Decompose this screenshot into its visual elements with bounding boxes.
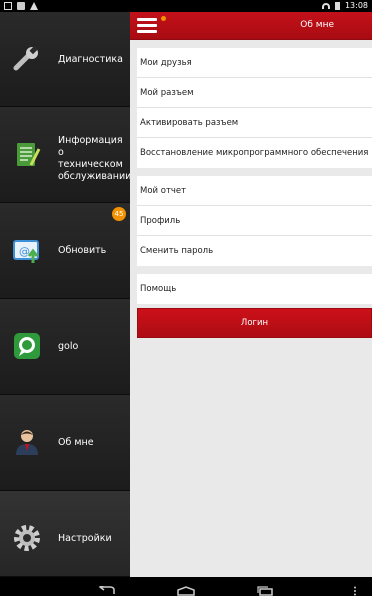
battery-icon	[334, 2, 340, 10]
sidebar-item-diagnostics[interactable]: Диагностика	[0, 12, 130, 107]
sidebar-item-label: Информация о техническом обслуживании	[58, 135, 132, 182]
notification-dot	[161, 16, 166, 21]
menu-group-device: Мои друзья Мой разъем Активировать разъе…	[137, 48, 372, 168]
header-bar: Об мне	[130, 12, 372, 40]
home-icon[interactable]	[176, 581, 196, 596]
wrench-icon	[12, 44, 42, 74]
sidebar-item-golo[interactable]: golo	[0, 299, 130, 395]
menu-icon[interactable]	[137, 16, 166, 34]
overflow-menu-icon[interactable]	[352, 581, 358, 596]
gear-icon	[12, 523, 42, 553]
svg-text:@: @	[19, 245, 30, 258]
sidebar-item-label: Обновить	[58, 245, 107, 256]
sidebar-item-about-me[interactable]: Об мне	[0, 395, 130, 491]
sidebar-item-settings[interactable]: Настройки	[0, 491, 130, 577]
menu-item-help[interactable]: Помощь	[137, 274, 372, 304]
sidebar-item-label: Настройки	[58, 533, 112, 544]
menu-item-my-connector[interactable]: Мой разъем	[137, 78, 372, 108]
sidebar-item-label: Об мне	[58, 437, 94, 448]
recent-apps-icon[interactable]	[256, 581, 274, 596]
update-mail-icon: @	[12, 235, 42, 265]
main-panel: Об мне Мои друзья Мой разъем Активироват…	[130, 12, 372, 577]
menu-group-account: Мой отчет Профиль Сменить пароль	[137, 176, 372, 266]
sidebar-item-label: golo	[58, 341, 79, 352]
menu-item-my-friends[interactable]: Мои друзья	[137, 48, 372, 78]
menu-item-change-password[interactable]: Сменить пароль	[137, 236, 372, 266]
sidebar-item-update[interactable]: 45 @ Обновить	[0, 203, 130, 299]
back-icon[interactable]	[98, 581, 116, 596]
screenshot-icon	[4, 2, 12, 10]
golo-chat-icon	[12, 331, 42, 361]
menu-item-activate-connector[interactable]: Активировать разъем	[137, 108, 372, 138]
user-icon	[12, 427, 42, 457]
menu-item-profile[interactable]: Профиль	[137, 206, 372, 236]
sidebar: Диагностика Информация о техническом обс…	[0, 12, 132, 577]
sidebar-item-maintenance-info[interactable]: Информация о техническом обслуживании	[0, 107, 132, 203]
update-count-badge: 45	[112, 207, 126, 221]
login-button[interactable]: Логин	[137, 308, 372, 338]
status-time: 13:08	[344, 1, 368, 10]
menu-group-help: Помощь	[137, 274, 372, 304]
maintenance-doc-icon	[12, 139, 42, 169]
page-title: Об мне	[300, 20, 334, 30]
store-icon	[17, 2, 25, 10]
warning-icon	[30, 2, 38, 10]
menu-item-firmware-recovery[interactable]: Восстановление микропрограммного обеспеч…	[137, 138, 372, 168]
system-nav-bar	[0, 577, 372, 596]
sidebar-item-label: Диагностика	[58, 54, 123, 65]
menu-item-my-report[interactable]: Мой отчет	[137, 176, 372, 206]
wifi-icon	[321, 3, 330, 9]
status-bar: 13:08	[0, 0, 372, 12]
